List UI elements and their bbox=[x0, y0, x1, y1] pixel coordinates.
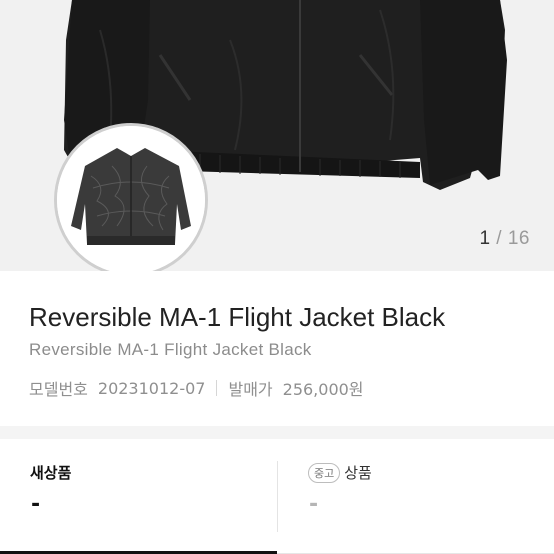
product-title: Reversible MA-1 Flight Jacket Black bbox=[29, 302, 446, 332]
section-gap bbox=[0, 426, 554, 439]
tab-used-product[interactable]: 중고 상품 - bbox=[278, 439, 554, 554]
model-number-label: 모델번호 bbox=[29, 380, 88, 399]
release-price-value: 256,000원 bbox=[282, 380, 364, 399]
used-badge: 중고 bbox=[308, 463, 341, 483]
quilted-jacket-icon bbox=[57, 126, 205, 271]
tab-used-label: 상품 bbox=[344, 464, 372, 482]
pager-total: 16 bbox=[507, 228, 530, 249]
tab-used-label-group: 중고 상품 bbox=[308, 462, 372, 483]
image-pager: 1 / 16 bbox=[479, 228, 530, 250]
tab-divider bbox=[277, 461, 278, 532]
meta-divider bbox=[216, 380, 218, 396]
tab-new-label: 새상품 bbox=[30, 464, 72, 482]
tab-new-price: - bbox=[31, 492, 41, 517]
release-price-label: 발매가 bbox=[228, 380, 273, 399]
tab-used-price: - bbox=[309, 492, 319, 517]
pager-separator: / bbox=[490, 228, 508, 249]
jacket-reverse-thumbnail[interactable] bbox=[54, 123, 208, 271]
product-subtitle: Reversible MA-1 Flight Jacket Black bbox=[29, 340, 312, 359]
pager-current: 1 bbox=[479, 228, 491, 249]
model-number-value: 20231012-07 bbox=[97, 378, 206, 398]
tab-new-product[interactable]: 새상품 - bbox=[0, 439, 277, 554]
product-image-gallery[interactable]: 1 / 16 bbox=[0, 0, 554, 271]
product-meta: 모델번호 20231012-07 발매가 256,000원 bbox=[29, 376, 364, 400]
